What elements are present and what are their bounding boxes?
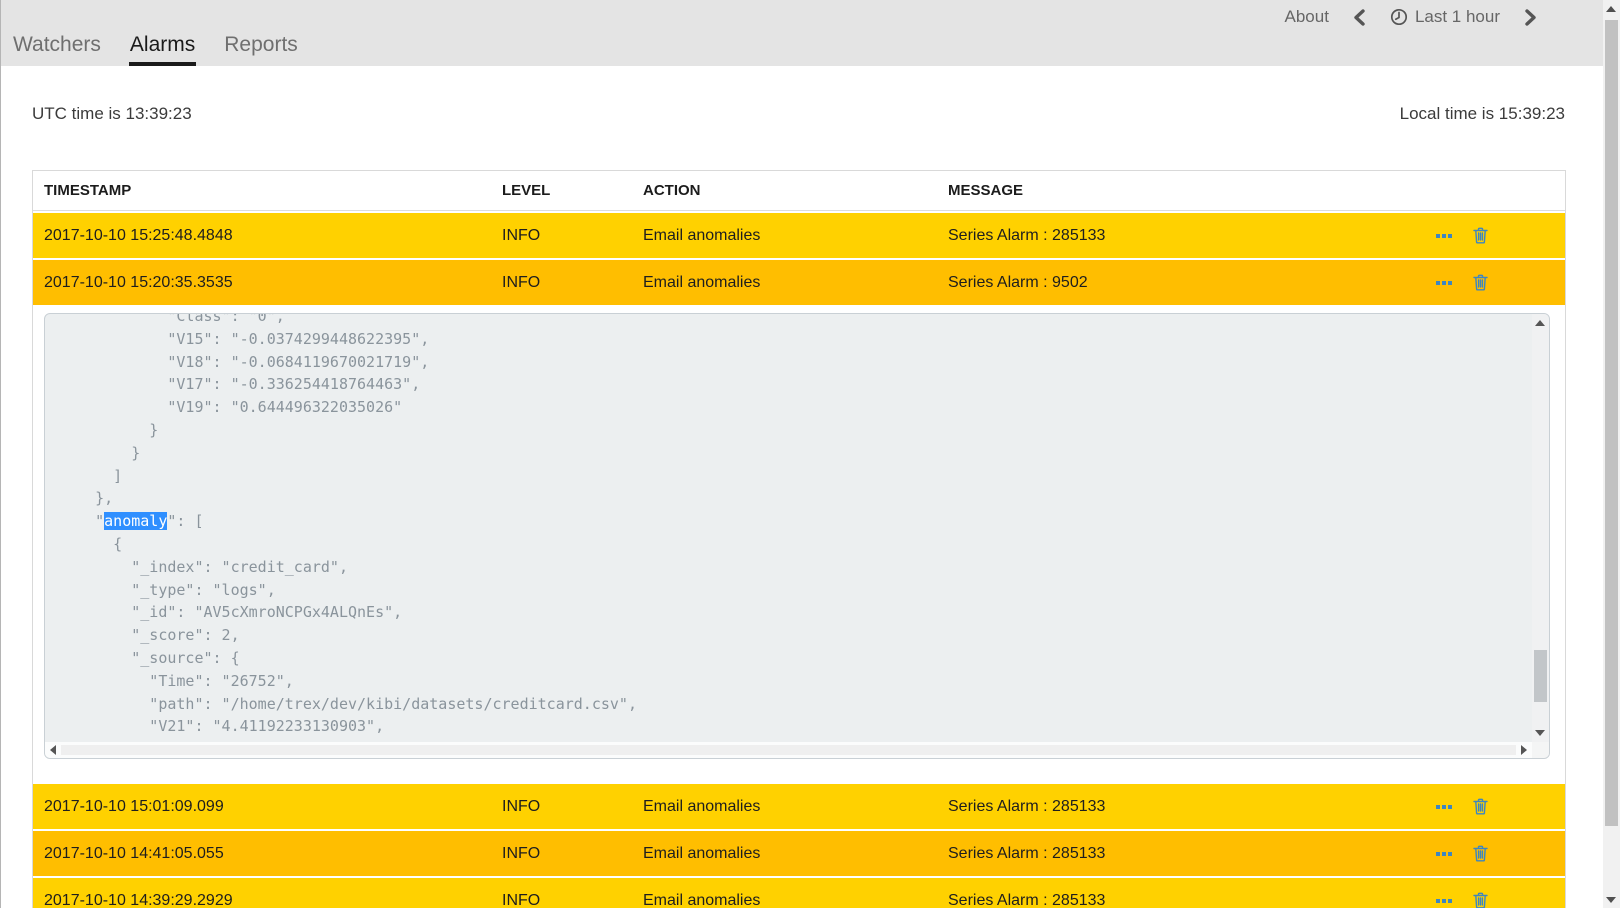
delete-alarm-button[interactable] <box>1473 274 1488 291</box>
local-time-label: Local time is 15:39:23 <box>1400 104 1565 124</box>
utc-time-label: UTC time is 13:39:23 <box>32 104 192 124</box>
cell-message: Series Alarm : 285133 <box>948 227 1415 245</box>
cell-action: Email anomalies <box>643 845 948 863</box>
delete-alarm-button[interactable] <box>1473 845 1488 862</box>
column-header-message: MESSAGE <box>948 182 1415 199</box>
delete-alarm-button[interactable] <box>1473 227 1488 244</box>
cell-action: Email anomalies <box>643 227 948 245</box>
cell-action: Email anomalies <box>643 798 948 816</box>
utility-bar: About Last 1 hour <box>1285 7 1538 27</box>
chevron-left-icon <box>1353 9 1366 26</box>
trash-icon <box>1473 892 1488 908</box>
column-header-level: LEVEL <box>502 182 643 199</box>
json-selected-text: anomaly <box>104 512 167 530</box>
table-row[interactable]: 2017-10-10 14:41:05.055 INFO Email anoma… <box>33 831 1565 876</box>
cell-level: INFO <box>502 274 643 292</box>
page-scroll-thumb[interactable] <box>1605 20 1618 826</box>
cell-message: Series Alarm : 9502 <box>948 274 1415 292</box>
scroll-down-icon[interactable] <box>1535 730 1545 736</box>
tab-watchers[interactable]: Watchers <box>12 33 102 66</box>
cell-level: INFO <box>502 892 643 908</box>
scroll-up-icon[interactable] <box>1535 320 1545 326</box>
alarm-json-text[interactable]: "Class": "0", "V15": "-0.037429944862239… <box>45 314 1532 738</box>
more-actions-icon[interactable] <box>1436 234 1452 238</box>
about-link[interactable]: About <box>1285 7 1329 27</box>
json-after-selection: ": [ { "_index": "credit_card", "_type":… <box>59 512 637 735</box>
page-scroll-up-icon[interactable] <box>1606 6 1616 12</box>
trash-icon <box>1473 845 1488 862</box>
json-before-selection: "Class": "0", "V15": "-0.037429944862239… <box>59 314 429 530</box>
trash-icon <box>1473 274 1488 291</box>
time-range-forward-button[interactable] <box>1524 9 1537 26</box>
clock-icon <box>1390 8 1408 26</box>
vertical-scroll-thumb[interactable] <box>1534 650 1547 702</box>
delete-alarm-button[interactable] <box>1473 892 1488 908</box>
column-header-timestamp: TIMESTAMP <box>44 182 502 199</box>
cell-timestamp: 2017-10-10 14:41:05.055 <box>44 845 502 863</box>
more-actions-icon[interactable] <box>1436 899 1452 903</box>
trash-icon <box>1473 798 1488 815</box>
more-actions-icon[interactable] <box>1436 281 1452 285</box>
alarms-table: TIMESTAMP LEVEL ACTION MESSAGE 2017-10-1… <box>32 170 1566 908</box>
horizontal-scroll-thumb[interactable] <box>61 745 1516 755</box>
cell-action: Email anomalies <box>643 892 948 908</box>
scroll-right-icon[interactable] <box>1521 745 1527 755</box>
delete-alarm-button[interactable] <box>1473 798 1488 815</box>
json-vertical-scrollbar[interactable] <box>1532 314 1549 742</box>
more-actions-icon[interactable] <box>1436 805 1452 809</box>
top-tab-bar: Watchers Alarms Reports About Last 1 hou… <box>1 0 1603 66</box>
time-range-back-button[interactable] <box>1353 9 1366 26</box>
table-row[interactable]: 2017-10-10 15:25:48.4848 INFO Email anom… <box>33 213 1565 258</box>
scroll-left-icon[interactable] <box>50 745 56 755</box>
cell-timestamp: 2017-10-10 15:01:09.099 <box>44 798 502 816</box>
cell-message: Series Alarm : 285133 <box>948 845 1415 863</box>
cell-level: INFO <box>502 227 643 245</box>
main-tabs: Watchers Alarms Reports <box>12 33 299 66</box>
column-header-action: ACTION <box>643 182 948 199</box>
alarm-json-block: "Class": "0", "V15": "-0.037429944862239… <box>44 313 1550 759</box>
time-range-label: Last 1 hour <box>1415 7 1500 27</box>
sentinl-alarms-page: Watchers Alarms Reports About Last 1 hou… <box>0 0 1620 908</box>
alarms-content: UTC time is 13:39:23 Local time is 15:39… <box>1 66 1603 908</box>
table-row-expanded[interactable]: 2017-10-10 15:20:35.3535 INFO Email anom… <box>33 260 1565 305</box>
cell-timestamp: 2017-10-10 15:25:48.4848 <box>44 227 502 245</box>
cell-message: Series Alarm : 285133 <box>948 892 1415 908</box>
cell-timestamp: 2017-10-10 14:39:29.2929 <box>44 892 502 908</box>
cell-timestamp: 2017-10-10 15:20:35.3535 <box>44 274 502 292</box>
json-horizontal-scrollbar[interactable] <box>45 742 1532 758</box>
scrollbar-corner <box>1532 742 1549 758</box>
time-info-row: UTC time is 13:39:23 Local time is 15:39… <box>32 104 1565 124</box>
trash-icon <box>1473 227 1488 244</box>
tab-alarms[interactable]: Alarms <box>129 33 196 66</box>
cell-message: Series Alarm : 285133 <box>948 798 1415 816</box>
page-scroll-down-icon[interactable] <box>1606 897 1616 903</box>
alarm-detail-panel: "Class": "0", "V15": "-0.037429944862239… <box>33 305 1565 782</box>
cell-level: INFO <box>502 845 643 863</box>
table-header-row: TIMESTAMP LEVEL ACTION MESSAGE <box>33 171 1565 211</box>
table-row[interactable]: 2017-10-10 15:01:09.099 INFO Email anoma… <box>33 784 1565 829</box>
time-range-button[interactable]: Last 1 hour <box>1390 7 1500 27</box>
cell-level: INFO <box>502 798 643 816</box>
tab-reports[interactable]: Reports <box>223 33 299 66</box>
page-scrollbar[interactable] <box>1603 0 1620 908</box>
more-actions-icon[interactable] <box>1436 852 1452 856</box>
cell-action: Email anomalies <box>643 274 948 292</box>
table-row[interactable]: 2017-10-10 14:39:29.2929 INFO Email anom… <box>33 878 1565 908</box>
chevron-right-icon <box>1524 9 1537 26</box>
